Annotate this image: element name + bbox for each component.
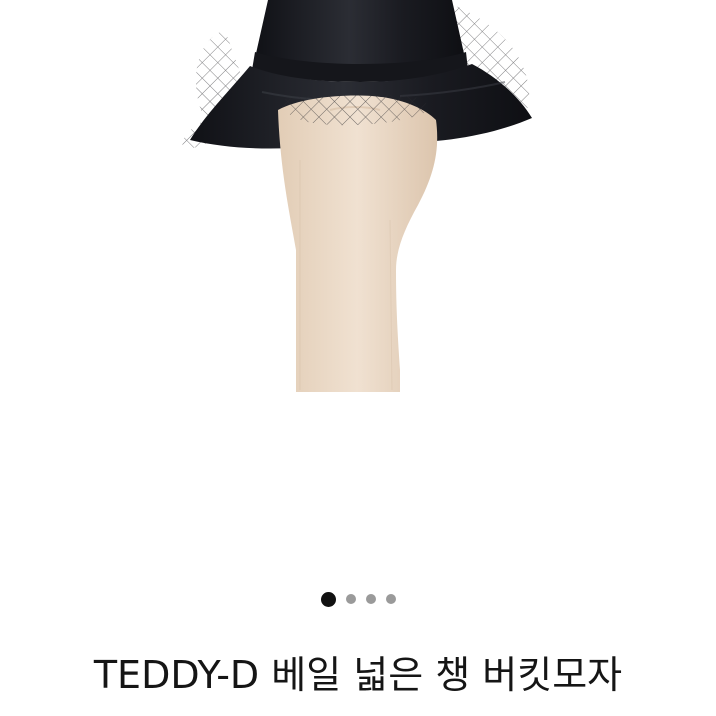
product-title: TEDDY-D 베일 넓은 챙 버킷모자 — [93, 653, 623, 697]
product-detail-page: TEDDY-D 베일 넓은 챙 버킷모자 — [0, 0, 716, 716]
pager-dot-4[interactable] — [385, 594, 396, 604]
pager-dot-1[interactable] — [320, 591, 336, 607]
pager-dot-3[interactable] — [365, 594, 376, 604]
product-image[interactable] — [0, 0, 716, 530]
product-photo-illustration — [182, 0, 532, 392]
pager-dot-2[interactable] — [345, 594, 356, 604]
image-pager — [0, 590, 716, 608]
mannequin-head — [278, 95, 438, 392]
